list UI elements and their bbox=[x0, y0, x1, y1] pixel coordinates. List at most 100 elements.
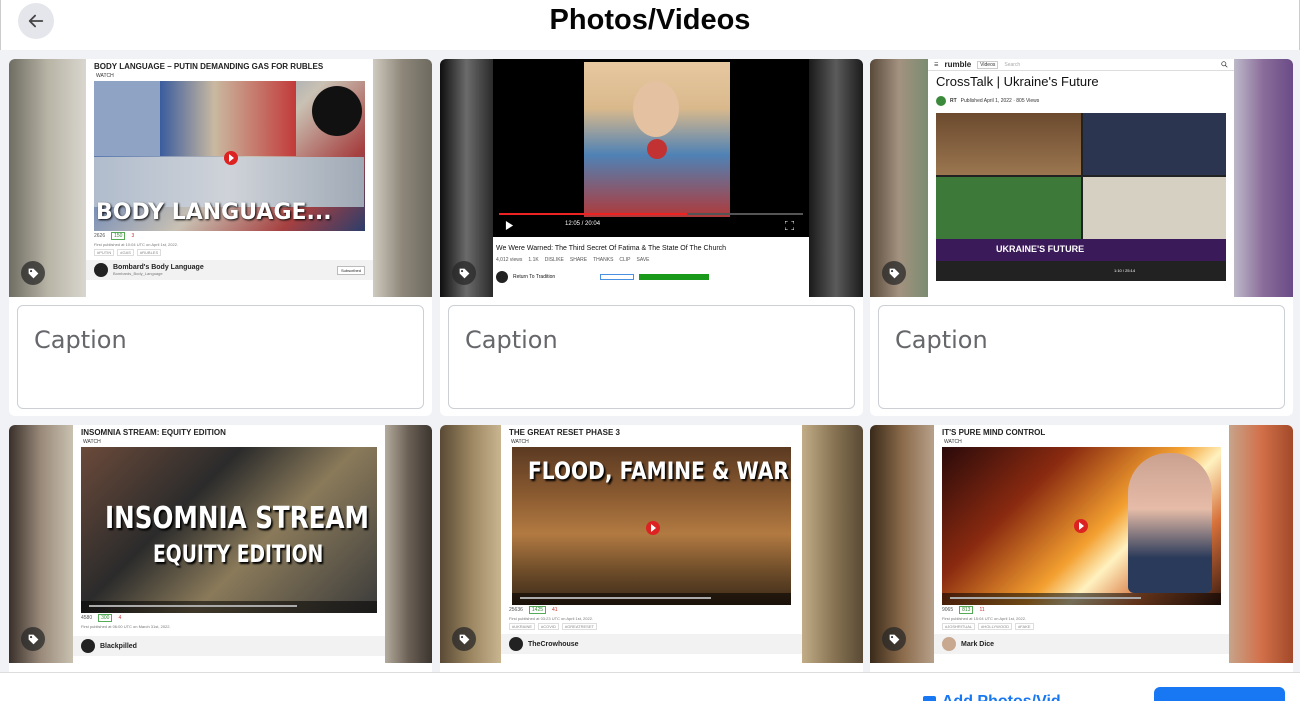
video-title: We Were Warned: The Third Secret Of Fati… bbox=[496, 245, 727, 252]
published-text: First published at 03:23 UTC on April 1s… bbox=[509, 616, 594, 621]
published-text: First published at 15:04 UTC on April 1s… bbox=[942, 616, 1027, 621]
media-thumbnail[interactable]: BODY LANGUAGE – PUTIN DEMANDING GAS FOR … bbox=[9, 59, 432, 297]
media-card: BODY LANGUAGE – PUTIN DEMANDING GAS FOR … bbox=[9, 59, 432, 416]
likes-count[interactable]: 1425 bbox=[528, 606, 547, 614]
tag-chip[interactable]: #COVID bbox=[538, 623, 559, 630]
add-photo-icon bbox=[923, 696, 936, 701]
channel-row: Mark Dice bbox=[934, 634, 1229, 654]
tag-icon bbox=[459, 268, 469, 278]
play-icon[interactable] bbox=[505, 221, 514, 230]
video-stats: 9065 813 11 bbox=[934, 605, 1229, 615]
tag-button[interactable] bbox=[21, 627, 45, 651]
channel-row: TheCrowhouse bbox=[501, 634, 802, 654]
tag-button[interactable] bbox=[452, 261, 476, 285]
share-button[interactable]: SHARE bbox=[570, 257, 587, 263]
page-title: Photos/Videos bbox=[549, 4, 751, 36]
search-input[interactable]: Search bbox=[1004, 62, 1215, 68]
watch-label: WATCH bbox=[511, 439, 529, 445]
play-button[interactable] bbox=[646, 521, 660, 535]
tag-chip[interactable]: #UKRAINE bbox=[509, 623, 536, 630]
tag-icon bbox=[889, 268, 899, 278]
video-meta: Published April 1, 2022 · 805 Views bbox=[960, 98, 1040, 104]
clip-button[interactable]: CLIP bbox=[619, 257, 630, 263]
video-overlay-line2: EQUITY EDITION bbox=[153, 540, 324, 568]
caption-input[interactable]: Caption bbox=[17, 305, 424, 409]
channel-avatar bbox=[509, 637, 523, 651]
likes-count[interactable]: 1.1K bbox=[528, 257, 538, 263]
save-button[interactable]: SAVE bbox=[637, 257, 650, 263]
channel-row: Blackpilled bbox=[73, 636, 385, 656]
video-stats: 4580 300 4 bbox=[73, 613, 385, 623]
rumble-logo[interactable]: rumble bbox=[944, 60, 971, 69]
tag-chip[interactable]: #GREATRESET bbox=[561, 623, 597, 630]
tag-button[interactable] bbox=[882, 261, 906, 285]
tag-icon bbox=[459, 634, 469, 644]
dislike-button[interactable]: DISLIKE bbox=[545, 257, 564, 263]
media-card: 12:05 / 20:04 We Were Warned: The Third … bbox=[440, 59, 863, 416]
channel-row: Bombard's Body Language Bombards_Body_La… bbox=[86, 260, 373, 280]
channel-avatar bbox=[942, 637, 956, 651]
views-count: 9065 bbox=[942, 607, 954, 613]
tag-chip[interactable]: #JOSHRITUAL bbox=[942, 623, 976, 630]
likes-count[interactable]: 813 bbox=[959, 606, 974, 614]
likes-count[interactable]: 150 bbox=[111, 232, 126, 240]
views-count: 25636 bbox=[509, 607, 523, 613]
watch-label: WATCH bbox=[96, 73, 114, 79]
channel-handle: Bombards_Body_Language bbox=[113, 271, 163, 276]
media-thumbnail[interactable]: ☰ rumble Videos Search CrossTalk | Ukrai… bbox=[870, 59, 1293, 297]
caption-input[interactable]: Caption bbox=[878, 305, 1285, 409]
search-icon[interactable] bbox=[1221, 61, 1228, 68]
video-stats: 2626 150 3 bbox=[86, 231, 373, 241]
channel-name: Mark Dice bbox=[961, 640, 995, 648]
media-thumbnail[interactable]: THE GREAT RESET PHASE 3 WATCH FLOOD, FAM… bbox=[440, 425, 863, 663]
tag-chip[interactable]: #GAS bbox=[117, 249, 134, 256]
video-overlay-text: BODY LANGUAGE... bbox=[96, 200, 332, 225]
tag-button[interactable] bbox=[882, 627, 906, 651]
tag-chip[interactable]: #PUTIN bbox=[94, 249, 115, 256]
video-title: BODY LANGUAGE – PUTIN DEMANDING GAS FOR … bbox=[94, 62, 324, 71]
channel-name: RT bbox=[950, 98, 957, 104]
media-card: IT'S PURE MIND CONTROL WATCH 9065 813 11… bbox=[870, 425, 1293, 701]
dislikes-count[interactable]: 11 bbox=[979, 607, 984, 613]
dislikes-count[interactable]: 4 bbox=[118, 615, 121, 621]
watch-label: WATCH bbox=[83, 439, 101, 445]
fullscreen-icon[interactable] bbox=[785, 221, 794, 230]
video-title: IT'S PURE MIND CONTROL bbox=[942, 428, 1046, 437]
caption-input[interactable]: Caption bbox=[448, 305, 855, 409]
published-text: First published at 10:04 UTC on April 1s… bbox=[94, 242, 179, 247]
play-button[interactable] bbox=[224, 151, 238, 165]
dislikes-count[interactable]: 41 bbox=[552, 607, 558, 613]
tag-icon bbox=[889, 634, 899, 644]
channel-avatar bbox=[496, 271, 508, 283]
tag-chip[interactable]: #RUBLES bbox=[136, 249, 162, 256]
channel-avatar bbox=[94, 263, 108, 277]
play-button[interactable] bbox=[1074, 519, 1088, 533]
channel-name: Return To Tradition bbox=[513, 274, 556, 280]
published-text: First published at 06:00 UTC on March 31… bbox=[81, 624, 171, 629]
media-thumbnail[interactable]: INSOMNIA STREAM: EQUITY EDITION WATCH IN… bbox=[9, 425, 432, 663]
dialog-header: Photos/Videos bbox=[0, 0, 1300, 50]
post-button[interactable] bbox=[1154, 687, 1285, 701]
media-thumbnail[interactable]: IT'S PURE MIND CONTROL WATCH 9065 813 11… bbox=[870, 425, 1293, 663]
tag-chip[interactable]: #FAKE bbox=[1015, 623, 1034, 630]
likes-count[interactable]: 300 bbox=[98, 614, 113, 622]
dislikes-count[interactable]: 3 bbox=[131, 233, 134, 239]
video-title: INSOMNIA STREAM: EQUITY EDITION bbox=[81, 428, 226, 437]
tag-button[interactable] bbox=[21, 261, 45, 285]
media-card: INSOMNIA STREAM: EQUITY EDITION WATCH IN… bbox=[9, 425, 432, 701]
channel-name: TheCrowhouse bbox=[528, 640, 579, 648]
add-photos-videos-button[interactable]: Add Photos/Vid bbox=[922, 693, 1061, 701]
tag-list: #PUTIN #GAS #RUBLES bbox=[86, 248, 373, 257]
media-thumbnail[interactable]: 12:05 / 20:04 We Were Warned: The Third … bbox=[440, 59, 863, 297]
views-count: 4580 bbox=[81, 615, 93, 621]
video-overlay-text: FLOOD, FAMINE & WAR bbox=[528, 457, 789, 485]
videos-nav[interactable]: Videos bbox=[977, 60, 999, 69]
channel-avatar bbox=[936, 96, 946, 106]
channel-name: Bombard's Body Language bbox=[113, 264, 204, 271]
subscribed-button: Subscribed bbox=[336, 265, 365, 275]
tag-chip[interactable]: #HOLLYWOOD bbox=[978, 623, 1013, 630]
thanks-button[interactable]: THANKS bbox=[593, 257, 613, 263]
dialog-footer: Add Photos/Vid bbox=[0, 672, 1300, 701]
tag-button[interactable] bbox=[452, 627, 476, 651]
tag-list: #JOSHRITUAL #HOLLYWOOD #FAKE bbox=[934, 622, 1229, 631]
